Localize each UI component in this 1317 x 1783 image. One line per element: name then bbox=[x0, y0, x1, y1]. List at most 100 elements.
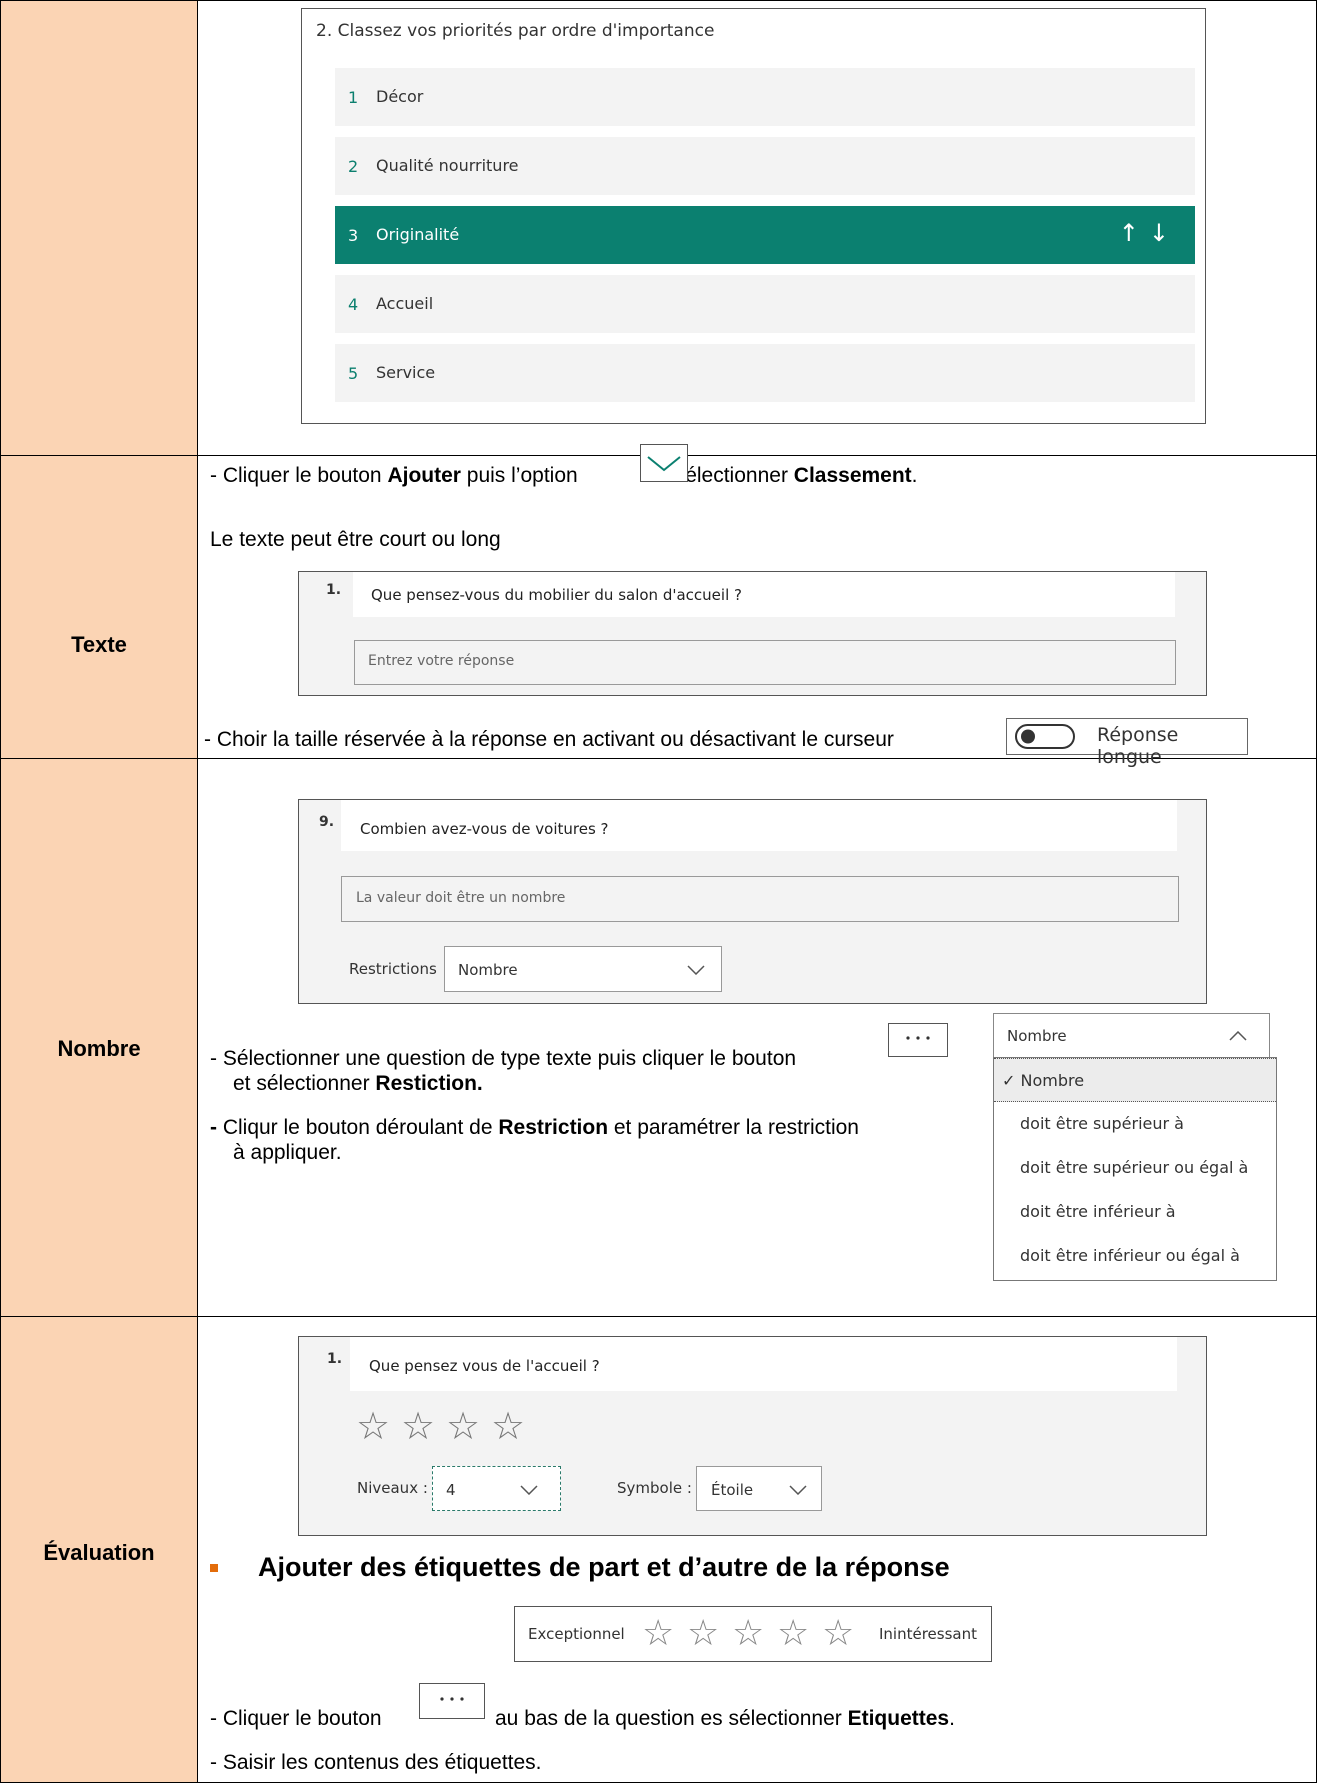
ranking-item[interactable]: 1 Décor bbox=[335, 68, 1195, 126]
instruction-text: et paramétrer la restriction bbox=[608, 1116, 859, 1139]
restriction-option[interactable]: doit être supérieur ou égal à bbox=[994, 1146, 1276, 1190]
long-answer-toggle[interactable]: Réponse longue bbox=[1006, 718, 1248, 768]
ranking-item[interactable]: 4 Accueil bbox=[335, 275, 1195, 333]
ranking-item-selected[interactable]: 3 Originalité ↑↓ bbox=[335, 206, 1195, 264]
evaluation-instruction-1a: - Cliquer le bouton bbox=[210, 1707, 382, 1730]
question-text: Que pensez-vous du mobilier du salon d'a… bbox=[371, 586, 742, 604]
ranking-item[interactable]: 2 Qualité nourriture bbox=[335, 137, 1195, 195]
ranking-item-number: 4 bbox=[348, 295, 359, 314]
restriction-option[interactable]: doit être supérieur à bbox=[994, 1102, 1276, 1146]
instruction-text: . bbox=[949, 1707, 955, 1730]
number-question-panel: 9. Combien avez-vous de voitures ? La va… bbox=[298, 799, 1207, 1004]
question-text: Que pensez vous de l'accueil ? bbox=[369, 1357, 600, 1375]
chevron-up-icon bbox=[1229, 1031, 1247, 1041]
restrictions-dropdown[interactable]: Nombre bbox=[444, 946, 722, 992]
restriction-option[interactable]: doit être inférieur à bbox=[994, 1190, 1276, 1234]
instruction-bold: - bbox=[210, 1116, 223, 1139]
rating-star-icon[interactable]: ☆ bbox=[777, 1616, 809, 1652]
ranking-item-label: Originalité bbox=[376, 225, 460, 244]
instruction-bold: Etiquettes bbox=[847, 1707, 950, 1730]
chevron-option-button[interactable] bbox=[640, 444, 688, 482]
restriction-option-selected[interactable]: ✓ Nombre bbox=[994, 1058, 1276, 1102]
rating-star-icon[interactable]: ☆ bbox=[446, 1407, 480, 1445]
row-divider bbox=[0, 1316, 1317, 1317]
rating-star-icon[interactable]: ☆ bbox=[822, 1616, 854, 1652]
nombre-instruction-1b: et sélectionner Restiction. bbox=[233, 1071, 483, 1097]
rating-star-icon[interactable]: ☆ bbox=[687, 1616, 719, 1652]
rating-label-left: Exceptionnel bbox=[528, 1625, 625, 1643]
bullet-square-icon bbox=[210, 1564, 218, 1572]
table-border-middle bbox=[197, 0, 198, 1783]
ranking-question-title: 2. Classez vos priorités par ordre d'imp… bbox=[316, 21, 715, 41]
restrictions-value: Nombre bbox=[458, 961, 518, 979]
ranking-item-number: 3 bbox=[348, 226, 359, 245]
instruction-bold: Ajouter bbox=[387, 464, 461, 487]
label-column bbox=[1, 0, 197, 1783]
symbol-dropdown[interactable]: Étoile bbox=[696, 1466, 822, 1511]
answer-placeholder: Entrez votre réponse bbox=[368, 653, 515, 669]
chevron-down-icon bbox=[520, 1485, 538, 1495]
rating-star-icon[interactable]: ☆ bbox=[356, 1407, 390, 1445]
instruction-text: Cliqur le bouton déroulant de bbox=[222, 1116, 499, 1139]
restrictions-dropdown-open[interactable]: Nombre bbox=[993, 1013, 1270, 1059]
labeled-rating-preview: Exceptionnel ☆ ☆ ☆ ☆ ☆ Inintéressant bbox=[514, 1606, 992, 1662]
dropdown-header-value: Nombre bbox=[1007, 1027, 1067, 1045]
number-placeholder: La valeur doit être un nombre bbox=[356, 890, 566, 906]
rating-star-icon[interactable]: ☆ bbox=[401, 1407, 435, 1445]
table-border-top bbox=[0, 0, 1317, 1]
ranking-item-label: Service bbox=[376, 363, 436, 382]
toggle-switch-icon bbox=[1015, 724, 1075, 749]
restrictions-options-list: ✓ Nombre doit être supérieur à doit être… bbox=[993, 1057, 1277, 1281]
rating-star-icon[interactable]: ☆ bbox=[491, 1407, 525, 1445]
question-number: 1. bbox=[327, 1351, 343, 1367]
option-label: ✓ Nombre bbox=[1002, 1071, 1085, 1090]
more-options-button[interactable] bbox=[888, 1023, 948, 1057]
move-up-down-icon[interactable]: ↑↓ bbox=[1119, 219, 1179, 247]
option-label: doit être inférieur ou égal à bbox=[1020, 1246, 1240, 1265]
question-text: Combien avez-vous de voitures ? bbox=[360, 820, 609, 838]
rating-label-right: Inintéressant bbox=[879, 1625, 977, 1643]
option-label: doit être inférieur à bbox=[1020, 1202, 1176, 1221]
restrictions-label: Restrictions bbox=[349, 960, 437, 978]
instruction-bold: Classement bbox=[793, 464, 912, 487]
nombre-instruction-1: - Sélectionner une question de type text… bbox=[210, 1047, 797, 1070]
nombre-instruction-2b: à appliquer. bbox=[233, 1141, 342, 1164]
labels-heading: Ajouter des étiquettes de part et d’autr… bbox=[258, 1552, 950, 1582]
rating-star-icon[interactable]: ☆ bbox=[732, 1616, 764, 1652]
ellipsis-icon bbox=[440, 1697, 464, 1701]
question-number: 1. bbox=[326, 582, 342, 598]
instruction-text: - Cliquer le bouton bbox=[210, 464, 388, 487]
ranking-item[interactable]: 5 Service bbox=[335, 344, 1195, 402]
table-border-left bbox=[0, 0, 1, 1783]
symbol-value: Étoile bbox=[711, 1481, 754, 1499]
ranking-item-number: 2 bbox=[348, 157, 359, 176]
rating-star-icon[interactable]: ☆ bbox=[642, 1616, 674, 1652]
question-number: 9. bbox=[319, 814, 335, 830]
instruction-bold: Restriction bbox=[498, 1116, 609, 1139]
chevron-down-icon bbox=[789, 1485, 807, 1495]
restriction-option[interactable]: doit être inférieur ou égal à bbox=[994, 1234, 1276, 1278]
toggle-label: Réponse longue bbox=[1097, 724, 1179, 768]
texte-instruction: - Choir la taille réservée à la réponse … bbox=[204, 728, 894, 751]
instruction-bold: Restiction. bbox=[375, 1072, 483, 1095]
ranking-item-number: 1 bbox=[348, 88, 359, 107]
instruction-text: et sélectionner bbox=[233, 1072, 376, 1095]
instruction-text: au bas de la question es sélectionner bbox=[495, 1707, 848, 1730]
row-label-nombre: Nombre bbox=[57, 1036, 141, 1061]
number-input[interactable]: La valeur doit être un nombre bbox=[341, 876, 1179, 922]
levels-dropdown[interactable]: 4 bbox=[432, 1466, 561, 1511]
answer-input[interactable]: Entrez votre réponse bbox=[354, 640, 1176, 685]
row-label-texte: Texte bbox=[71, 632, 127, 657]
ranking-item-number: 5 bbox=[348, 364, 359, 383]
texte-intro: Le texte peut être court ou long bbox=[210, 528, 501, 551]
symbol-label: Symbole : bbox=[617, 1479, 692, 1497]
instruction-text: . bbox=[911, 464, 918, 487]
more-options-button[interactable] bbox=[419, 1683, 485, 1719]
chevron-down-icon bbox=[687, 965, 705, 975]
row-label-evaluation: Évaluation bbox=[43, 1540, 155, 1565]
evaluation-instruction-2: - Saisir les contenus des étiquettes. bbox=[210, 1751, 542, 1774]
nombre-instruction-2: - Cliqur le bouton déroulant de Restrict… bbox=[210, 1115, 859, 1141]
ranking-question-panel: 2. Classez vos priorités par ordre d'imp… bbox=[301, 8, 1206, 424]
option-label: doit être supérieur à bbox=[1020, 1114, 1184, 1133]
option-label: doit être supérieur ou égal à bbox=[1020, 1158, 1249, 1177]
